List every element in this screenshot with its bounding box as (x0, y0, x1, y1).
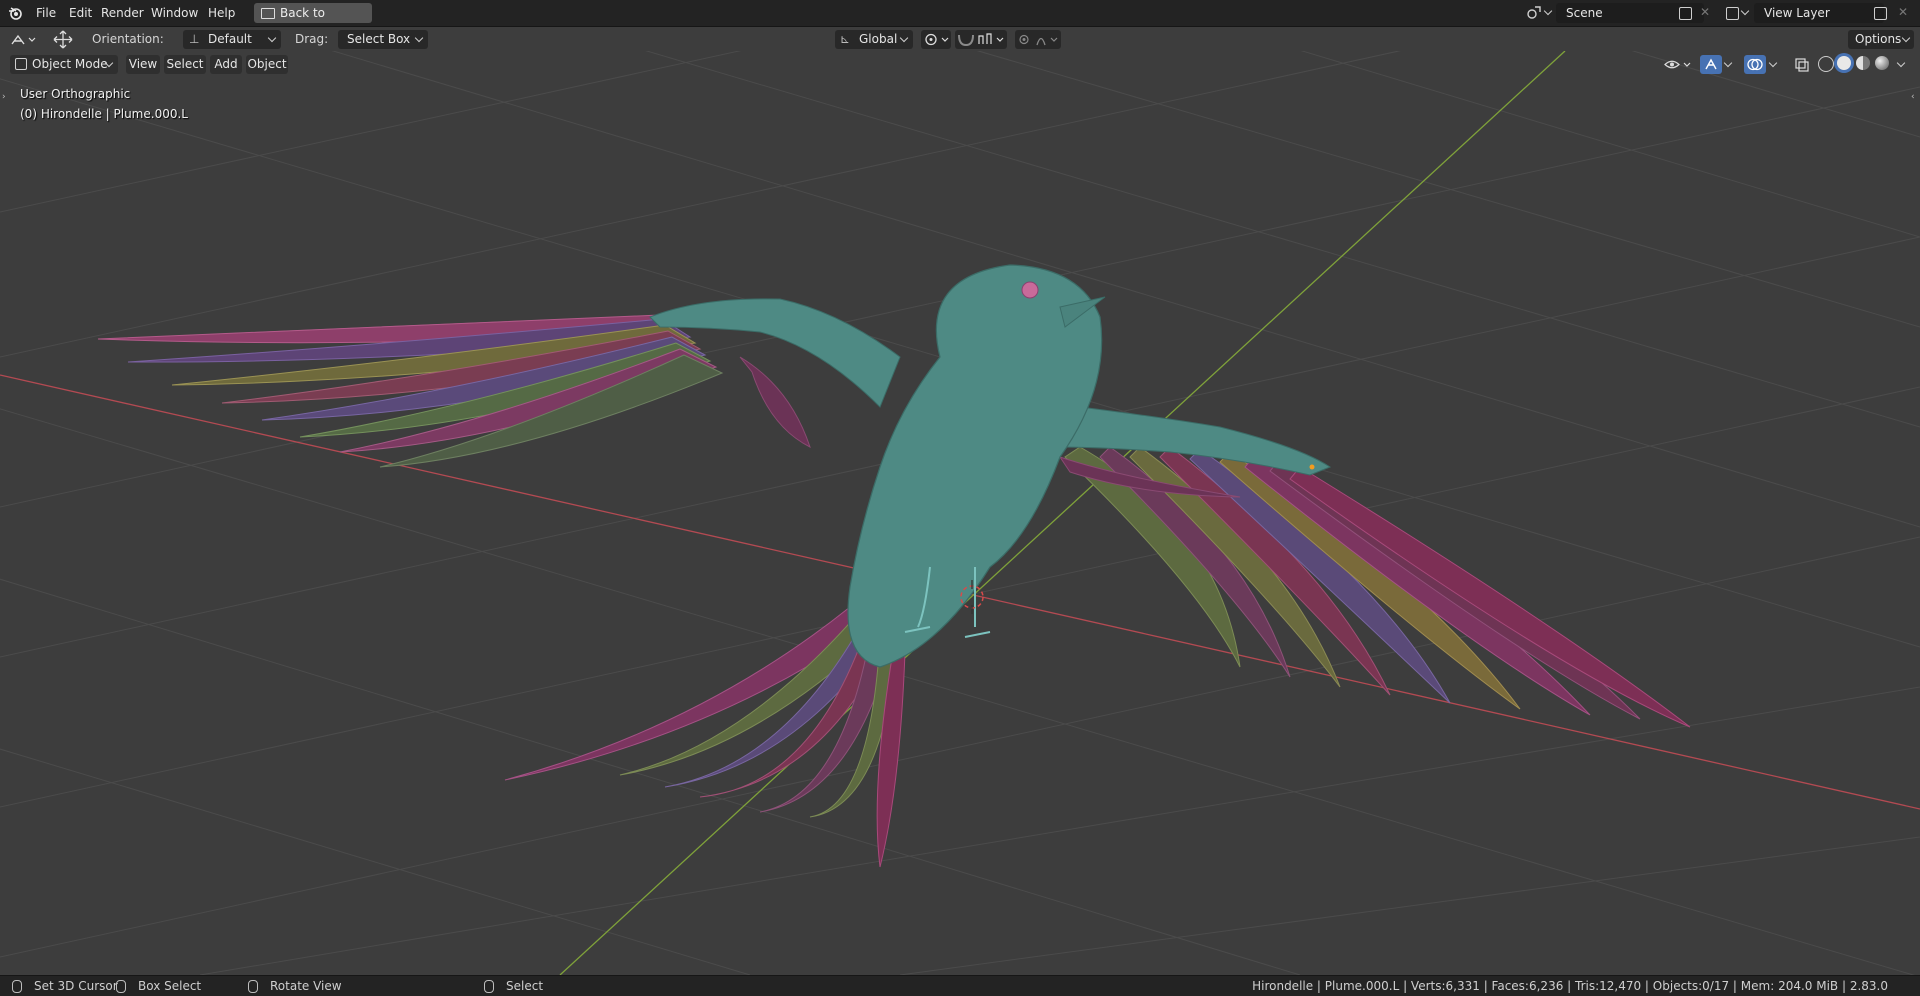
scene-statistics: Hirondelle | Plume.000.L | Verts:6,331 |… (1252, 979, 1888, 993)
orientation-label: Orientation: (92, 32, 164, 46)
material-preview-shading-icon[interactable] (1856, 56, 1870, 70)
wireframe-shading-icon[interactable] (1818, 56, 1834, 72)
status-hint-select: Select (506, 979, 544, 993)
orientation-dropdown[interactable]: ⊥ Default (183, 30, 281, 49)
chevron-down-icon (1740, 6, 1750, 16)
view-layer-browse-icon[interactable] (1726, 7, 1739, 20)
mouse-middle-icon (248, 980, 258, 993)
chevron-down-icon (1543, 6, 1553, 16)
menu-window[interactable]: Window (151, 0, 198, 26)
chevron-down-icon (899, 33, 909, 43)
solid-shading-icon[interactable] (1837, 56, 1851, 70)
orientation-value: Default (208, 32, 252, 46)
menu-help[interactable]: Help (208, 0, 235, 26)
select-menu[interactable]: Select (164, 55, 206, 74)
xray-icon (1795, 58, 1809, 72)
object-info: (0) Hirondelle | Plume.000.L (20, 107, 188, 121)
3d-viewport[interactable] (0, 27, 1920, 975)
xray-toggle-button[interactable] (1792, 55, 1812, 74)
mouse-drag-icon (116, 980, 126, 993)
top-bar: File Edit Render Window Help Back to Pre… (0, 0, 1920, 40)
options-dropdown[interactable]: Options (1848, 30, 1914, 49)
global-axes-icon: ⊾ (840, 32, 851, 46)
transform-orientation-value: Global (859, 32, 898, 46)
mode-dropdown[interactable]: Object Mode (10, 55, 118, 74)
gizmo-toggle-button[interactable] (1700, 55, 1722, 74)
chevron-down-icon (1901, 33, 1911, 43)
mouse-right-icon (484, 980, 494, 993)
object-mode-icon (15, 58, 27, 70)
status-hint-box-select: Box Select (138, 979, 202, 993)
view-name: User Orthographic (20, 87, 131, 101)
menu-render[interactable]: Render (101, 0, 144, 26)
options-label: Options (1855, 32, 1902, 46)
snapping-button[interactable] (955, 30, 1007, 49)
left-wing-feathers (97, 314, 811, 468)
mouse-left-icon (12, 980, 22, 993)
toolbar-collapse-arrow[interactable]: › (2, 92, 6, 102)
chevron-down-icon (414, 33, 424, 43)
overlays-icon (1747, 58, 1763, 71)
tail-feathers (504, 606, 906, 868)
proportional-editing-button[interactable] (1015, 30, 1061, 49)
view-layer-name-field[interactable]: View Layer (1754, 3, 1884, 23)
object-menu[interactable]: Object (246, 55, 288, 74)
menu-edit[interactable]: Edit (69, 0, 92, 26)
scene-browse-icon[interactable] (1526, 5, 1542, 21)
object-visibility-button[interactable] (1662, 55, 1694, 74)
chevron-down-icon (1768, 58, 1778, 68)
new-view-layer-icon[interactable] (1874, 7, 1887, 20)
blender-logo-icon[interactable] (8, 6, 22, 20)
add-menu[interactable]: Add (210, 55, 242, 74)
remove-scene-icon[interactable]: ✕ (1700, 5, 1710, 19)
transform-orientation-dropdown[interactable]: ⊾ Global (835, 30, 913, 49)
rendered-shading-icon[interactable] (1875, 56, 1889, 70)
viewport-header: Object Mode View Select Add Object (0, 52, 1920, 76)
new-scene-icon[interactable] (1679, 7, 1692, 20)
scene-name-value: Scene (1566, 6, 1603, 20)
status-hint-set-cursor: Set 3D Cursor (34, 979, 118, 993)
y-axis-line (559, 50, 1566, 975)
pivot-point-button[interactable] (921, 30, 951, 49)
pivot-point-icon (925, 33, 949, 46)
chevron-down-icon (1896, 58, 1906, 68)
proportional-falloff-icon (1019, 34, 1058, 46)
move-arrows-icon (53, 30, 73, 49)
tool-settings-bar: Orientation: ⊥ Default Drag: Select Box … (0, 27, 1920, 51)
overlays-toggle-button[interactable] (1744, 55, 1766, 74)
orientation-axes-icon: ⊥ (189, 32, 200, 46)
editor-type-icon (11, 34, 36, 45)
chevron-down-icon (267, 33, 277, 43)
eye-icon (1664, 60, 1691, 69)
view-layer-name-value: View Layer (1764, 6, 1830, 20)
status-hint-rotate-view: Rotate View (270, 979, 342, 993)
gizmo-icon (1705, 58, 1717, 70)
right-wing-feathers (1058, 446, 1691, 728)
snap-magnet-icon (958, 33, 1004, 47)
drag-label: Drag: (295, 32, 329, 46)
view-menu[interactable]: View (126, 55, 160, 74)
back-to-previous-button[interactable]: Back to Previous (254, 3, 372, 40)
object-origin (1309, 464, 1315, 470)
menu-file[interactable]: File (36, 0, 56, 26)
move-tool-button[interactable] (50, 30, 76, 49)
chevron-down-icon (1723, 58, 1733, 68)
remove-view-layer-icon[interactable]: ✕ (1898, 5, 1908, 19)
mode-value: Object Mode (32, 57, 108, 71)
screen-icon (261, 8, 275, 19)
sidebar-collapse-arrow[interactable]: ‹ (1911, 92, 1915, 102)
drag-dropdown[interactable]: Select Box (338, 30, 428, 49)
editor-type-button[interactable] (8, 30, 38, 49)
status-bar: Set 3D Cursor Box Select Rotate View Sel… (0, 975, 1920, 996)
drag-value: Select Box (347, 32, 411, 46)
